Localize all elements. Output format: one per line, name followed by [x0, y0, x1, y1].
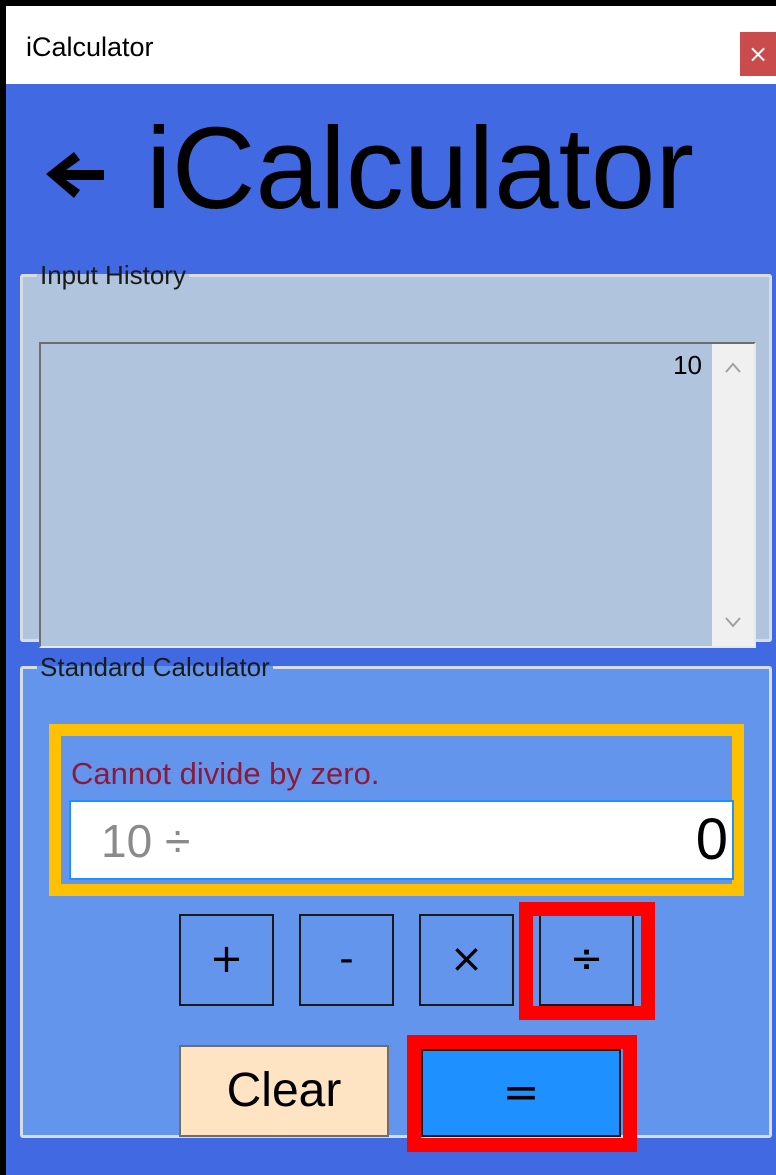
multiply-button[interactable]: × [419, 914, 514, 1006]
page-title: iCalculator [146, 103, 694, 233]
expression-text: 10 ÷ [101, 815, 191, 867]
close-button[interactable]: × [740, 32, 776, 76]
app-header: iCalculator [6, 84, 776, 254]
input-history-group: Input History 10 [20, 260, 772, 648]
clear-button[interactable]: Clear [179, 1045, 389, 1137]
list-item[interactable]: 10 [673, 350, 702, 381]
input-history-legend: Input History [40, 260, 186, 290]
history-list[interactable]: 10 [39, 342, 756, 648]
title-bar: iCalculator × [6, 6, 776, 84]
history-scrollbar[interactable] [712, 344, 754, 646]
current-value: 0 [695, 807, 728, 872]
subtract-button[interactable]: - [299, 914, 394, 1006]
display-area: Cannot divide by zero. 10 ÷ 0 [49, 724, 744, 896]
divide-button[interactable]: ÷ [539, 914, 634, 1006]
error-message: Cannot divide by zero. [71, 756, 380, 791]
chevron-down-icon[interactable] [712, 602, 754, 642]
window-title: iCalculator [26, 32, 154, 62]
calculator-display: 10 ÷ 0 [69, 800, 734, 880]
chevron-up-icon[interactable] [712, 348, 754, 388]
standard-calculator-legend: Standard Calculator [40, 652, 270, 682]
add-button[interactable]: + [179, 914, 274, 1006]
standard-calculator-group: Standard Calculator Cannot divide by zer… [20, 652, 772, 1152]
arrow-left-icon[interactable] [42, 144, 112, 204]
calculator-window: iCalculator × iCalculator Input History … [6, 6, 776, 1175]
equals-button[interactable]: = [421, 1049, 621, 1137]
